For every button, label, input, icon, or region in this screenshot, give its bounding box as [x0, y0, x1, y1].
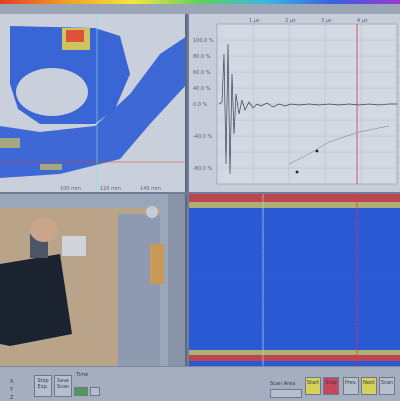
save-scan-button[interactable]: Save Scan [54, 375, 72, 397]
ascan-top-tick-4: 4 µs [357, 18, 368, 24]
cscan-tick-1: 100 mm [60, 186, 81, 192]
ascan-y-tick-7: -80.0 % [193, 166, 213, 172]
time-value-field[interactable] [74, 387, 88, 396]
cscan-tick-2: 120 mm [100, 186, 121, 192]
axis-label-z: Z [10, 395, 14, 401]
camera-image [0, 194, 185, 366]
ascan-plot[interactable]: 1 µs 2 µs 3 µs 4 µs 100.0 % 80.0 % 60.0 … [189, 14, 400, 192]
bscan-panel[interactable] [189, 194, 400, 366]
bscan-plot[interactable] [189, 194, 400, 366]
prev-button[interactable]: Prev. [343, 377, 359, 395]
ascan-top-tick-1: 1 µs [249, 18, 260, 24]
ascan-y-tick-2: 80.0 % [193, 54, 211, 60]
axis-label-x: X [10, 379, 14, 385]
time-dropdown[interactable] [90, 387, 100, 396]
bottom-toolbar: X Y Z Stop Exp. Save Scan Time Scan Area… [0, 366, 400, 401]
stop-exp-button[interactable]: Stop Exp. [34, 375, 52, 397]
window-title-bar [0, 4, 400, 14]
next-button[interactable]: Next [361, 377, 377, 395]
cscan-tick-3: 140 mm [140, 186, 161, 192]
ascan-top-tick-3: 3 µs [321, 18, 332, 24]
ascan-panel[interactable]: 1 µs 2 µs 3 µs 4 µs 100.0 % 80.0 % 60.0 … [189, 14, 400, 192]
cscan-panel[interactable]: 100 mm 120 mm 140 mm [0, 14, 187, 192]
ascan-y-tick-4: 40.0 % [193, 86, 211, 92]
scan-area-label: Scan Area [270, 381, 296, 387]
scan-area-select[interactable] [270, 389, 302, 398]
time-label: Time [76, 372, 89, 378]
ascan-y-tick-3: 60.0 % [193, 70, 211, 76]
ascan-y-tick-6: -40.0 % [193, 134, 213, 140]
stop-button[interactable]: Stop [323, 377, 339, 395]
cscan-plot[interactable]: 100 mm 120 mm 140 mm [0, 14, 187, 192]
scan-button[interactable]: Scan [379, 377, 395, 395]
ascan-y-tick-5: 0.0 % [193, 102, 208, 108]
ascan-y-tick-1: 100.0 % [193, 38, 214, 44]
axis-label-y: Y [10, 387, 14, 393]
camera-view-panel [0, 194, 187, 366]
ascan-top-tick-2: 2 µs [285, 18, 296, 24]
start-button[interactable]: Start [305, 377, 321, 395]
